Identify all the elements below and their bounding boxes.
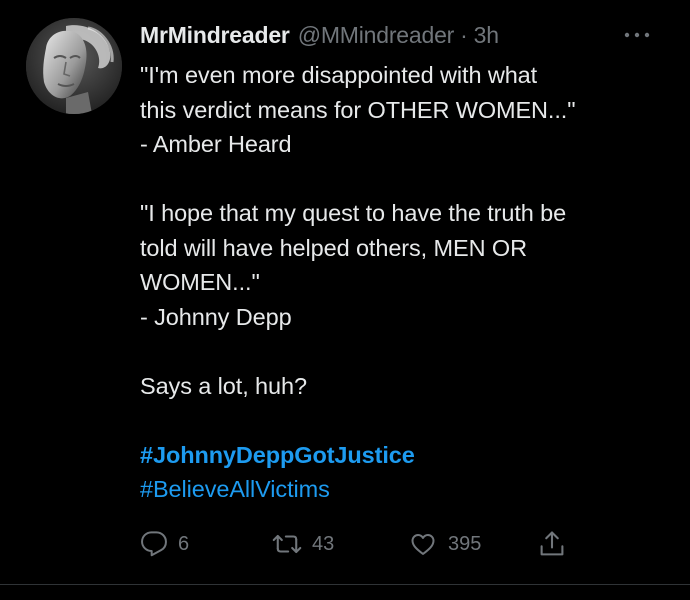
- share-icon: [538, 529, 566, 559]
- share-button[interactable]: [538, 524, 566, 564]
- tweet-text-line: "I hope that my quest to have the truth …: [140, 200, 567, 226]
- statue-avatar-image: [26, 18, 122, 114]
- hashtag-link-johnnydeppgotjustice[interactable]: #JohnnyDeppGotJustice: [140, 438, 670, 473]
- tweet-text-line: [140, 403, 670, 438]
- timestamp[interactable]: 3h: [474, 22, 499, 49]
- divider: [0, 584, 690, 585]
- like-button[interactable]: 395: [408, 524, 481, 564]
- tweet-text-line: WOMEN...": [140, 269, 260, 295]
- heart-icon: [408, 530, 438, 558]
- tweet-text-line: - Amber Heard: [140, 131, 292, 157]
- tweet-text-line: - Johnny Depp: [140, 303, 292, 330]
- display-name[interactable]: MrMindreader: [140, 22, 290, 49]
- tweet-text-line: Says a lot, huh?: [140, 372, 307, 399]
- retweet-icon: [272, 530, 302, 558]
- avatar[interactable]: [26, 18, 122, 114]
- user-handle[interactable]: @MMindreader: [298, 22, 455, 49]
- like-count: 395: [448, 532, 482, 555]
- tweet-text-line: told will have helped others, MEN OR: [140, 234, 527, 261]
- more-horizontal-icon[interactable]: [622, 28, 652, 42]
- tweet-text: "I'm even more disappointed with what th…: [140, 58, 670, 507]
- retweet-count: 43: [312, 532, 335, 555]
- reply-button[interactable]: 6: [140, 524, 189, 564]
- tweet[interactable]: MrMindreader @MMindreader · 3h "I'm even…: [0, 0, 690, 584]
- retweet-button[interactable]: 43: [272, 524, 334, 564]
- tweet-text-line: "I'm even more disappointed with what: [140, 62, 538, 88]
- reply-count: 6: [178, 532, 190, 555]
- tweet-actions: 6 43 395: [140, 524, 620, 564]
- tweet-text-line: [140, 334, 670, 369]
- tweet-text-line: this verdict means for OTHER WOMEN...": [140, 96, 576, 123]
- tweet-text-line: [140, 162, 670, 197]
- reply-icon: [140, 530, 168, 558]
- header-separator: ·: [460, 21, 468, 48]
- hashtag-link-believeallvictims[interactable]: #BelieveAllVictims: [140, 472, 670, 507]
- tweet-header: MrMindreader @MMindreader · 3h: [140, 17, 499, 53]
